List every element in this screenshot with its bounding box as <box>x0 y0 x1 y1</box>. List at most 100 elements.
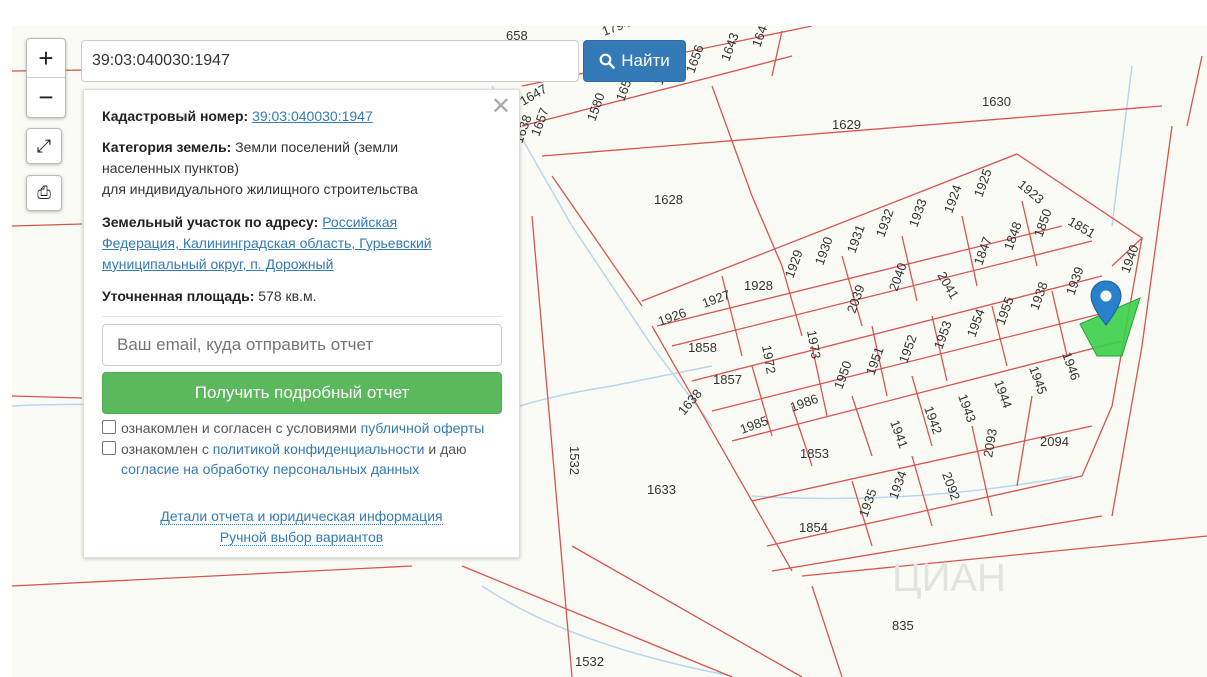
address-link[interactable]: Российская <box>322 214 397 230</box>
parcel-boundary <box>911 455 933 527</box>
parcel-label: 2092 <box>939 470 963 502</box>
parcel-label: 2093 <box>980 427 1000 458</box>
parcel-boundary <box>12 565 413 587</box>
parcel-label: 1630 <box>982 94 1011 109</box>
address-link[interactable]: Федерация, Калининградская область, Гурь… <box>102 235 432 251</box>
parcel-label: 1924 <box>941 183 965 215</box>
parcel-label: 1951 <box>863 345 887 377</box>
parcel-label: 1935 <box>856 487 880 519</box>
stream <box>481 585 733 677</box>
parcel-label: 1955 <box>993 295 1017 327</box>
parcel-label: 1927 <box>700 287 732 311</box>
address-link[interactable]: муниципальный округ, п. Дорожный <box>102 256 333 272</box>
parcel-label: 1938 <box>1027 280 1051 312</box>
parcel-label: 1851 <box>1066 214 1099 241</box>
search-input[interactable] <box>81 40 579 82</box>
parcel-label: 2040 <box>886 261 910 293</box>
parcel-label: 1931 <box>844 223 868 255</box>
parcel-label: 1644 <box>749 26 773 49</box>
parcel-label: 1926 <box>656 305 688 329</box>
offer-consent-row: ознакомлен и согласен с условиями публич… <box>102 418 502 438</box>
parcel-boundary <box>571 545 803 677</box>
details-link[interactable]: Детали отчета и юридическая информация <box>160 508 443 525</box>
parcel-label: 1794 <box>600 26 632 39</box>
zoom-in-button[interactable]: + <box>27 39 65 78</box>
parcel-label: 2039 <box>844 283 868 315</box>
parcel-label: 1928 <box>744 278 773 293</box>
parcel-label: 1925 <box>971 167 995 199</box>
parcel-boundary <box>851 395 873 457</box>
parcel-label: 1532 <box>567 446 582 475</box>
parcel-label: 1923 <box>1015 177 1047 207</box>
offer-checkbox[interactable] <box>102 420 116 434</box>
parcel-info-panel: ✕ Кадастровый номер: 39:03:040030:1947 К… <box>83 89 520 558</box>
parcel-boundary <box>551 175 643 307</box>
cadastral-number-link[interactable]: 39:03:040030:1947 <box>252 108 373 124</box>
parcel-label: 1986 <box>788 391 820 415</box>
get-report-button[interactable]: Получить подробный отчет <box>102 372 502 414</box>
details-link-row: Детали отчета и юридическая информация <box>84 508 519 525</box>
parcel-label: 1853 <box>800 446 829 461</box>
parcel-label: 1946 <box>1059 350 1083 382</box>
search-button[interactable]: Найти <box>583 40 686 82</box>
parcel-label: 1580 <box>584 91 608 123</box>
watermark: ЦИАН <box>892 556 1006 600</box>
stream <box>1111 65 1133 227</box>
parcel-label: 1850 <box>1031 207 1055 239</box>
printer-icon: ⎙ <box>37 183 51 202</box>
parcel-label: 1941 <box>887 418 911 450</box>
parcel-label: 1854 <box>799 520 828 535</box>
parcel-label: 1857 <box>713 372 742 387</box>
parcel-label: 2094 <box>1040 434 1069 449</box>
address-block: Земельный участок по адресу: Российская … <box>102 214 432 272</box>
parcel-label: 1633 <box>647 482 676 497</box>
parcel-boundary <box>12 395 83 399</box>
manual-select-link[interactable]: Ручной выбор вариантов <box>219 529 384 546</box>
parcel-boundary <box>1016 395 1033 487</box>
parcel-boundary <box>766 475 1083 547</box>
search-icon <box>599 53 616 69</box>
parcel-label: 1858 <box>688 340 717 355</box>
parcel-boundary <box>811 585 843 677</box>
search-button-label: Найти <box>621 51 670 70</box>
data-processing-link[interactable]: согласие на обработку персональных данны… <box>121 461 419 477</box>
parcel-label: 1950 <box>831 359 855 391</box>
zoom-out-button[interactable]: − <box>27 78 65 116</box>
print-button[interactable]: ⎙ <box>26 175 62 211</box>
manual-link-row: Ручной выбор вариантов <box>84 529 519 546</box>
parcel-label: 1945 <box>1026 364 1050 396</box>
fullscreen-button[interactable]: ⤢ <box>26 128 62 164</box>
parcel-label: 1847 <box>971 235 995 267</box>
parcel-boundary <box>1051 290 1068 357</box>
close-icon[interactable]: ✕ <box>491 94 511 120</box>
parcel-label: 1532 <box>575 654 604 669</box>
zoom-control: + − <box>26 38 66 118</box>
parcel-boundary <box>1081 237 1143 477</box>
privacy-policy-link[interactable]: политикой конфиденциальности <box>213 441 425 457</box>
parcel-label: 2041 <box>934 269 961 302</box>
parcel-boundary <box>531 215 573 677</box>
parcel-label: 1638 <box>675 386 705 418</box>
area-value: 578 кв.м. <box>258 288 317 304</box>
email-field[interactable] <box>102 324 502 366</box>
parcel-label: 1985 <box>738 413 770 437</box>
parcel-label: 1629 <box>832 117 861 132</box>
parcel-label: 1944 <box>991 378 1015 410</box>
stream <box>751 475 1073 500</box>
parcel-label: 1643 <box>718 31 742 63</box>
parcel-label: 835 <box>892 618 914 633</box>
privacy-consent-row: ознакомлен с политикой конфиденциальност… <box>102 439 502 479</box>
parcel-boundary <box>711 85 783 267</box>
parcel-label: 1943 <box>955 392 979 424</box>
area-row: Уточненная площадь: 578 кв.м. <box>102 288 317 304</box>
parcel-label: 1972 <box>759 344 779 375</box>
parcel-boundary <box>12 223 83 227</box>
public-offer-link[interactable]: публичной оферты <box>361 420 485 436</box>
parcel-label: 1933 <box>906 197 930 229</box>
cadastral-row: Кадастровый номер: 39:03:040030:1947 <box>102 108 373 124</box>
parcel-label: 1954 <box>964 307 988 339</box>
privacy-checkbox[interactable] <box>102 441 116 455</box>
category-block: Категория земель: Земли поселений (земли… <box>102 139 418 197</box>
parcel-label: 1647 <box>517 81 550 108</box>
parcel-boundary <box>771 30 783 77</box>
